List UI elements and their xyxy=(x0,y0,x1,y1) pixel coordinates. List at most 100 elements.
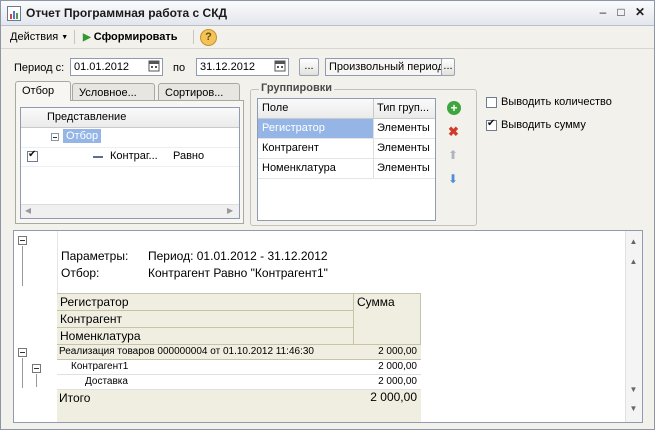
filter-row-checkbox[interactable] xyxy=(27,149,38,162)
date-to-value: 31.12.2012 xyxy=(200,61,256,73)
groupings-group: Группировки Поле Тип груп... Регистратор… xyxy=(250,82,477,226)
toolbar-separator xyxy=(193,30,194,44)
show-sum-label: Выводить сумму xyxy=(501,119,586,131)
report-app-icon xyxy=(7,6,21,21)
period-variant-value: Произвольный период xyxy=(329,61,442,73)
groupings-title: Группировки xyxy=(259,82,335,94)
collapse-icon[interactable] xyxy=(32,364,41,373)
period-variant-button[interactable]: ... xyxy=(441,58,455,76)
row-item-name: Доставка xyxy=(85,376,128,387)
period-variant-field[interactable]: Произвольный период xyxy=(325,58,442,76)
column-header-field: Поле xyxy=(262,102,289,114)
header-sum: Сумма xyxy=(357,295,395,309)
header-counterparty: Контрагент xyxy=(60,312,123,326)
field-type-icon xyxy=(93,156,103,158)
report-row-item[interactable]: Доставка 2 000,00 xyxy=(57,375,421,389)
grid-line xyxy=(57,293,421,294)
report-row-document[interactable]: Реализация товаров 000000004 от 01.10.20… xyxy=(57,345,421,359)
collapse-icon[interactable] xyxy=(18,348,27,357)
row-counterparty-sum: 2 000,00 xyxy=(378,361,417,372)
window-title: Отчет Программная работа с СКД xyxy=(26,6,228,20)
report-filter-label: Отбор: xyxy=(61,266,100,280)
total-sum: 2 000,00 xyxy=(370,390,417,404)
grouping-type: Элементы xyxy=(377,122,430,134)
filter-grid-header: Представление xyxy=(21,108,239,128)
filter-field-name: Контраг... xyxy=(110,150,158,162)
collapse-icon xyxy=(51,133,59,141)
show-quantity-checkbox[interactable] xyxy=(486,97,497,108)
tab-sorting[interactable]: Сортиров... xyxy=(158,83,240,101)
scroll-up-icon[interactable]: ▲ xyxy=(628,236,639,247)
groupings-grid-header: Поле Тип груп... xyxy=(258,99,435,119)
collapse-icon[interactable] xyxy=(18,236,27,245)
actions-menu[interactable]: Действия ▼ xyxy=(10,29,68,45)
actions-label: Действия xyxy=(10,31,59,43)
column-divider xyxy=(373,119,374,138)
tab-conditional[interactable]: Условное... xyxy=(72,83,155,101)
filter-panel: Представление Отбор Контраг... Равно ◀ ▶ xyxy=(15,100,244,224)
show-sum-checkbox[interactable] xyxy=(486,118,497,131)
toolbar-separator xyxy=(74,30,75,44)
groupings-grid[interactable]: Поле Тип груп... Регистратор Элементы Ко… xyxy=(257,98,436,221)
grouping-row[interactable]: Контрагент Элементы xyxy=(258,139,435,159)
filter-comparison: Равно xyxy=(173,150,205,162)
close-icon[interactable]: ✕ xyxy=(632,5,648,20)
filter-row[interactable]: Контраг... Равно xyxy=(21,147,239,167)
params-label: Параметры: xyxy=(61,249,129,263)
move-up-icon[interactable]: ⬆ xyxy=(448,148,458,162)
params-value: Период: 01.01.2012 - 31.12.2012 xyxy=(148,249,328,263)
row-counterparty-name: Контрагент1 xyxy=(71,361,129,372)
help-icon[interactable]: ? xyxy=(200,29,217,46)
header-nomenclature: Номенклатура xyxy=(60,329,141,343)
add-icon[interactable]: + xyxy=(447,101,461,115)
column-divider xyxy=(373,159,374,178)
delete-icon[interactable]: ✖ xyxy=(448,124,459,140)
scroll-left-icon[interactable]: ◀ xyxy=(25,206,31,215)
total-label: Итого xyxy=(59,391,91,405)
minimize-icon[interactable]: – xyxy=(595,5,611,20)
report-spreadsheet[interactable]: Параметры: Период: 01.01.2012 - 31.12.20… xyxy=(13,230,643,423)
title-bar: Отчет Программная работа с СКД – □ ✕ xyxy=(1,1,654,26)
period-to-label: по xyxy=(173,62,186,74)
date-from-value: 01.01.2012 xyxy=(74,61,130,73)
row-item-sum: 2 000,00 xyxy=(378,376,417,387)
calendar-icon[interactable] xyxy=(148,59,162,75)
grouping-row[interactable]: Номенклатура Элементы xyxy=(258,159,435,179)
calendar-icon[interactable] xyxy=(274,59,288,75)
horizontal-scrollbar[interactable]: ◀ ▶ xyxy=(21,204,239,218)
report-filter-value: Контрагент Равно "Контрагент1" xyxy=(148,266,328,280)
grouping-field: Номенклатура xyxy=(262,162,336,174)
outline-line xyxy=(22,358,23,388)
generate-button[interactable]: ▶ Сформировать xyxy=(83,29,178,45)
grouping-field: Регистратор xyxy=(262,122,325,134)
column-divider xyxy=(373,139,374,158)
filter-grid[interactable]: Представление Отбор Контраг... Равно ◀ ▶ xyxy=(20,107,240,219)
column-header-presentation: Представление xyxy=(47,111,127,123)
scroll-right-icon[interactable]: ▶ xyxy=(227,206,233,215)
grouping-type: Элементы xyxy=(377,142,430,154)
grid-line xyxy=(57,327,353,328)
grouping-row[interactable]: Регистратор Элементы xyxy=(258,119,435,139)
outline-line xyxy=(36,374,37,387)
row-document-sum: 2 000,00 xyxy=(378,346,417,357)
vertical-scrollbar[interactable]: ▲ ▲ ▼ ▼ xyxy=(625,231,642,422)
scroll-down-icon[interactable]: ▼ xyxy=(628,403,639,414)
grid-line xyxy=(57,310,353,311)
outline-gutter xyxy=(14,231,58,422)
tree-root-label: Отбор xyxy=(63,129,102,143)
scroll-up-icon[interactable]: ▲ xyxy=(628,256,639,267)
column-header-type: Тип груп... xyxy=(377,102,430,114)
grouping-type: Элементы xyxy=(377,162,430,174)
column-divider xyxy=(373,99,374,118)
tab-filter[interactable]: Отбор xyxy=(15,81,71,101)
scroll-down-icon[interactable]: ▼ xyxy=(628,384,639,395)
report-total-row[interactable]: Итого 2 000,00 xyxy=(57,390,421,422)
move-down-icon[interactable]: ⬇ xyxy=(448,172,458,186)
outline-line xyxy=(22,246,23,286)
maximize-icon[interactable]: □ xyxy=(613,5,629,20)
report-row-counterparty[interactable]: Контрагент1 2 000,00 xyxy=(57,360,421,374)
grouping-field: Контрагент xyxy=(262,142,319,154)
choose-period-button[interactable]: ... xyxy=(299,58,319,76)
generate-label: Сформировать xyxy=(93,31,178,43)
tree-row-filter-root[interactable]: Отбор xyxy=(21,128,239,146)
